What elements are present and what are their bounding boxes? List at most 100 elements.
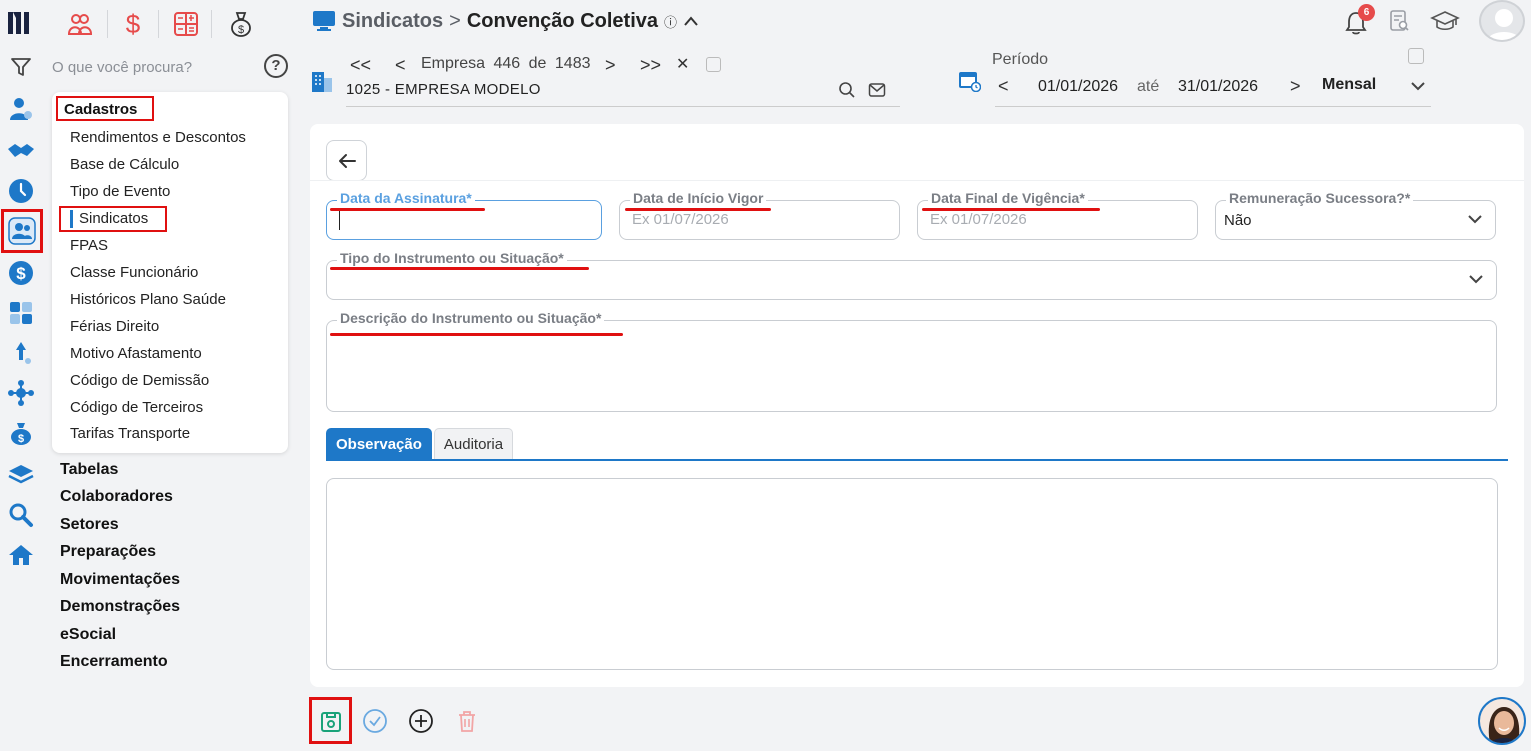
sidebar-item-esocial[interactable]: eSocial	[60, 625, 116, 645]
search-input[interactable]	[52, 56, 252, 78]
delete-button[interactable]	[449, 703, 485, 739]
company-name[interactable]: 1025 - EMPRESA MODELO	[346, 81, 541, 98]
mail-icon[interactable]	[868, 82, 886, 98]
chevron-up-icon[interactable]	[683, 15, 699, 27]
red-underline	[625, 208, 771, 211]
period-checkbox[interactable]	[1408, 48, 1424, 64]
back-button[interactable]	[326, 140, 367, 181]
confirm-button[interactable]	[357, 703, 393, 739]
money-bag-icon[interactable]: $	[6, 418, 36, 448]
sidebar-search: ?	[52, 54, 292, 80]
red-underline	[330, 267, 589, 270]
period-underline	[995, 106, 1431, 107]
sidebar-item-preparacoes[interactable]: Preparações	[60, 542, 156, 562]
sidebar-item-classe-funcionario[interactable]: Classe Funcionário	[70, 263, 198, 283]
tab-underline	[326, 459, 1508, 461]
sidebar-item-codigo-demissao[interactable]: Código de Demissão	[70, 371, 209, 391]
form-card: Data da Assinatura* Data de Início Vigor…	[310, 124, 1524, 687]
home-icon[interactable]	[6, 540, 36, 570]
sidebar-item-fpas[interactable]: FPAS	[70, 236, 108, 256]
active-indicator	[70, 210, 73, 228]
next-company-button[interactable]: >	[605, 54, 616, 76]
next-period-button[interactable]: >	[1290, 76, 1301, 97]
sidebar-item-tipo-evento[interactable]: Tipo de Evento	[70, 182, 170, 202]
calculator-module-icon[interactable]	[170, 8, 202, 40]
filter-icon[interactable]	[6, 52, 36, 82]
observacao-textarea[interactable]	[326, 478, 1498, 670]
sidebar-item-base-calculo[interactable]: Base de Cálculo	[70, 155, 179, 175]
monitor-icon	[313, 11, 335, 31]
save-button[interactable]	[309, 697, 352, 744]
sidebar-section-cadastros[interactable]: Cadastros	[56, 96, 154, 121]
sidebar-item-tabelas[interactable]: Tabelas	[60, 460, 118, 480]
sidebar-item-encerramento[interactable]: Encerramento	[60, 652, 168, 672]
rocket-icon[interactable]	[6, 338, 36, 368]
icon-rail: $ $	[0, 0, 44, 751]
tipo-instrumento-select[interactable]: Tipo do Instrumento ou Situação*	[326, 250, 1497, 300]
text-cursor	[339, 211, 340, 230]
sidebar-item-colaboradores[interactable]: Colaboradores	[60, 487, 173, 507]
dollar-circle-icon[interactable]: $	[6, 258, 36, 288]
data-assinatura-field[interactable]: Data da Assinatura*	[326, 190, 602, 240]
tab-observacao[interactable]: Observação	[326, 428, 432, 460]
sidebar-item-tarifas-transporte[interactable]: Tarifas Transporte	[70, 424, 190, 444]
period-start[interactable]: 01/01/2026	[1038, 78, 1118, 96]
data-assinatura-input[interactable]	[339, 211, 572, 228]
sidebar-item-sindicatos[interactable]: Sindicatos	[79, 209, 148, 229]
tipo-instrumento-label: Tipo do Instrumento ou Situação*	[337, 250, 567, 266]
chevron-down-icon[interactable]	[1410, 81, 1426, 91]
period-end[interactable]: 31/01/2026	[1178, 78, 1258, 96]
layers-icon[interactable]	[6, 460, 36, 490]
clock-icon[interactable]	[6, 176, 36, 206]
graduation-cap-icon[interactable]	[1430, 9, 1460, 38]
remuneracao-label: Remuneração Sucessora?*	[1226, 190, 1414, 206]
data-inicio-field[interactable]: Data de Início Vigor	[619, 190, 900, 240]
assistant-avatar[interactable]	[1478, 697, 1526, 745]
sidebar-item-rendimentos[interactable]: Rendimentos e Descontos	[70, 128, 246, 148]
help-icon[interactable]: ?	[264, 54, 288, 78]
save-icon	[320, 711, 341, 732]
remuneracao-value: Não	[1224, 212, 1252, 229]
sidebar-item-movimentacoes[interactable]: Movimentações	[60, 570, 180, 590]
period-mode[interactable]: Mensal	[1322, 76, 1376, 94]
chevron-down-icon	[1469, 275, 1483, 284]
calculator-icon[interactable]	[6, 298, 36, 328]
notification-badge: 6	[1358, 4, 1375, 21]
data-final-field[interactable]: Data Final de Vigência*	[917, 190, 1198, 240]
handshake-icon[interactable]	[6, 136, 36, 166]
breadcrumb-sindicatos[interactable]: Sindicatos	[342, 10, 443, 33]
document-search-icon[interactable]	[1388, 9, 1410, 38]
company-underline	[346, 106, 900, 107]
search-icon[interactable]	[6, 500, 36, 530]
data-inicio-input[interactable]	[632, 211, 870, 228]
user-avatar[interactable]	[1479, 0, 1525, 42]
tab-auditoria[interactable]: Auditoria	[433, 428, 514, 460]
sidebar-item-ferias-direito[interactable]: Férias Direito	[70, 317, 159, 337]
sidebar-item-codigo-terceiros[interactable]: Código de Terceiros	[70, 398, 203, 418]
people-icon[interactable]	[1, 209, 43, 253]
prev-period-button[interactable]: <	[998, 76, 1009, 97]
sidebar-item-setores[interactable]: Setores	[60, 515, 119, 535]
sidebar-item-historicos-plano[interactable]: Históricos Plano Saúde	[70, 290, 226, 310]
notifications-button[interactable]: 6	[1342, 4, 1375, 36]
money-bag-module-icon[interactable]: $	[225, 8, 257, 40]
remuneracao-select[interactable]: Remuneração Sucessora?* Não	[1215, 190, 1496, 240]
sidebar-item-motivo-afastamento[interactable]: Motivo Afastamento	[70, 344, 202, 364]
descricao-label: Descrição do Instrumento ou Situação*	[337, 310, 605, 326]
people-module-icon[interactable]	[64, 8, 96, 40]
last-company-button[interactable]: >>	[640, 54, 661, 76]
sidebar-item-demonstracoes[interactable]: Demonstrações	[60, 597, 180, 617]
add-button[interactable]	[403, 703, 439, 739]
user-settings-icon[interactable]	[6, 94, 36, 124]
prev-company-button[interactable]: <	[395, 54, 406, 76]
network-icon[interactable]	[6, 378, 36, 408]
data-final-input[interactable]	[930, 211, 1168, 228]
search-company-icon[interactable]	[838, 81, 856, 99]
info-icon[interactable]: ⓘ	[664, 12, 677, 31]
clear-company-button[interactable]: ✕	[676, 54, 689, 76]
dollar-module-icon[interactable]: $	[117, 8, 149, 40]
first-company-button[interactable]: <<	[350, 54, 371, 76]
app-logo-icon[interactable]	[6, 8, 36, 38]
company-checkbox[interactable]	[706, 57, 721, 72]
arrow-left-icon	[338, 153, 356, 168]
